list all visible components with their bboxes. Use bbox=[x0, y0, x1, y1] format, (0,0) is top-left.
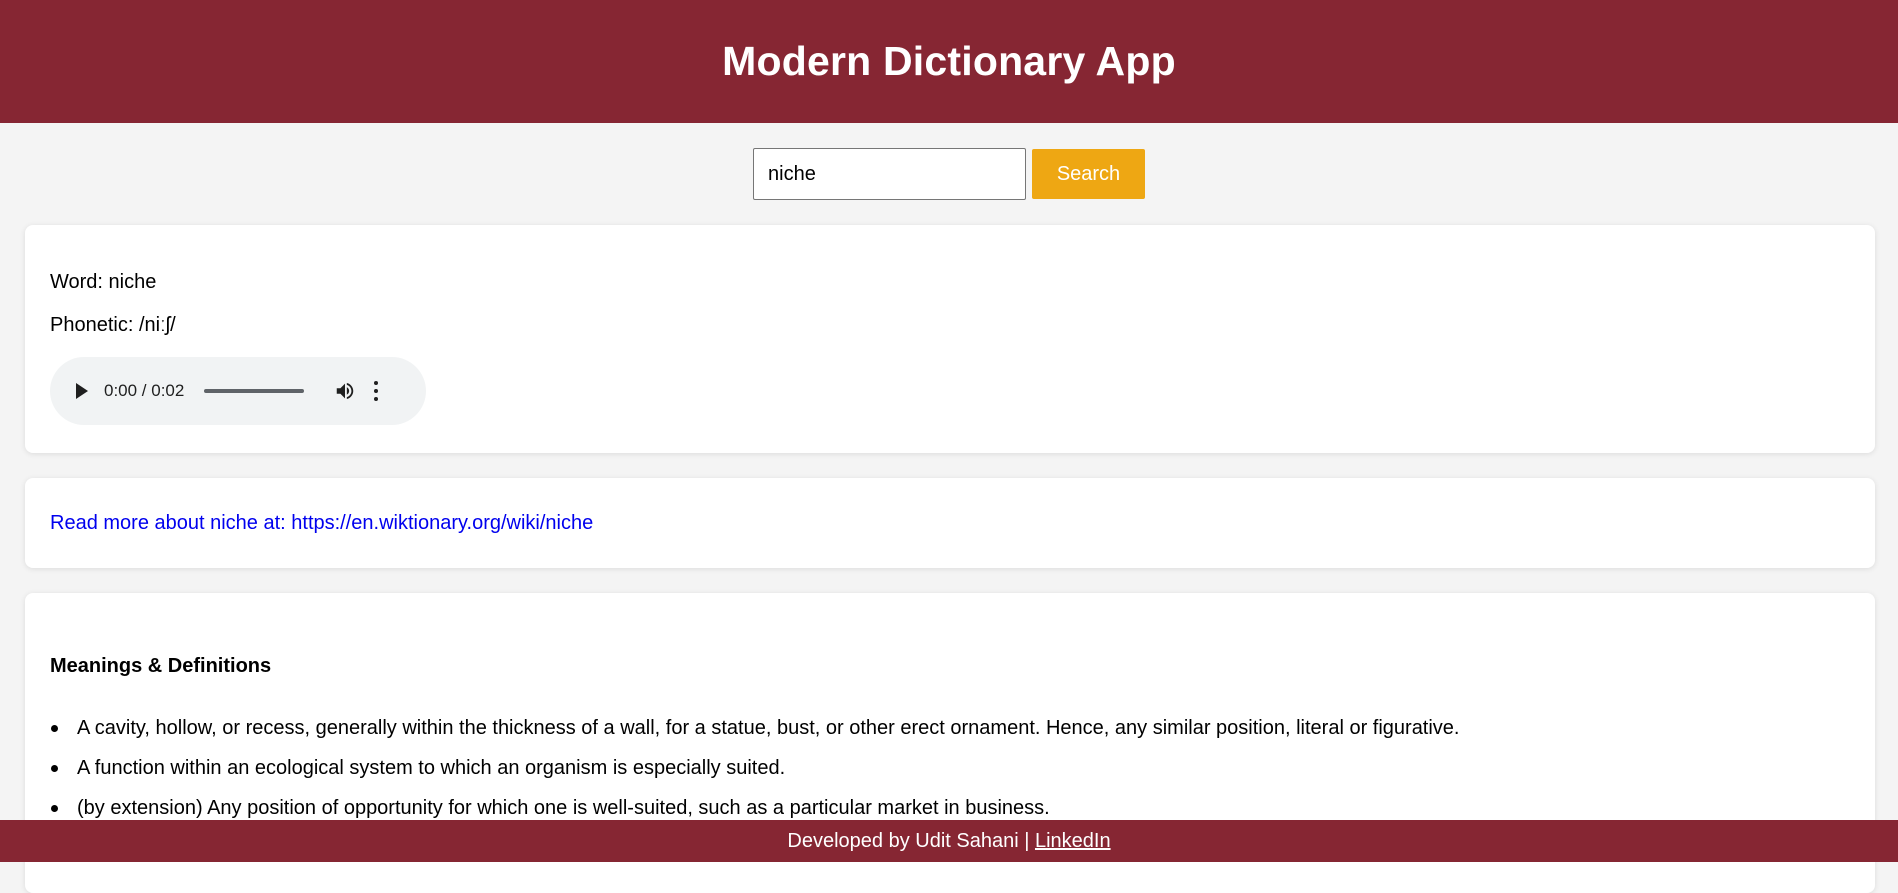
linkedin-link[interactable]: LinkedIn bbox=[1035, 830, 1111, 853]
app-title: Modern Dictionary App bbox=[722, 38, 1176, 84]
wiktionary-link[interactable]: Read more about niche at: https://en.wik… bbox=[50, 512, 593, 535]
definitions-list: A cavity, hollow, or recess, generally w… bbox=[50, 708, 1840, 828]
volume-icon[interactable] bbox=[334, 380, 356, 402]
search-button[interactable]: Search bbox=[1032, 149, 1145, 199]
play-icon[interactable] bbox=[76, 383, 88, 399]
audio-player[interactable]: 0:00 / 0:02 bbox=[50, 357, 426, 425]
search-bar: Search bbox=[0, 148, 1898, 200]
audio-time: 0:00 / 0:02 bbox=[104, 381, 185, 400]
word-text: Word: niche bbox=[50, 271, 157, 293]
meanings-title: Meanings & Definitions bbox=[50, 655, 272, 677]
footer: Developed by Udit Sahani | LinkedIn bbox=[0, 820, 1898, 862]
audio-seek-bar[interactable] bbox=[204, 389, 305, 393]
app-header: Modern Dictionary App bbox=[0, 0, 1898, 123]
search-input[interactable] bbox=[753, 148, 1026, 200]
word-card: Word: niche Phonetic: /niːʃ/ 0:00 / 0:02 bbox=[25, 225, 1875, 453]
definition-item: A function within an ecological system t… bbox=[50, 748, 1840, 788]
footer-credit: Developed by Udit Sahani | bbox=[787, 829, 1035, 852]
definition-item: A cavity, hollow, or recess, generally w… bbox=[50, 708, 1840, 748]
more-vertical-icon[interactable] bbox=[372, 381, 380, 401]
phonetic-text: Phonetic: /niːʃ/ bbox=[50, 314, 176, 336]
link-card: Read more about niche at: https://en.wik… bbox=[25, 478, 1875, 568]
